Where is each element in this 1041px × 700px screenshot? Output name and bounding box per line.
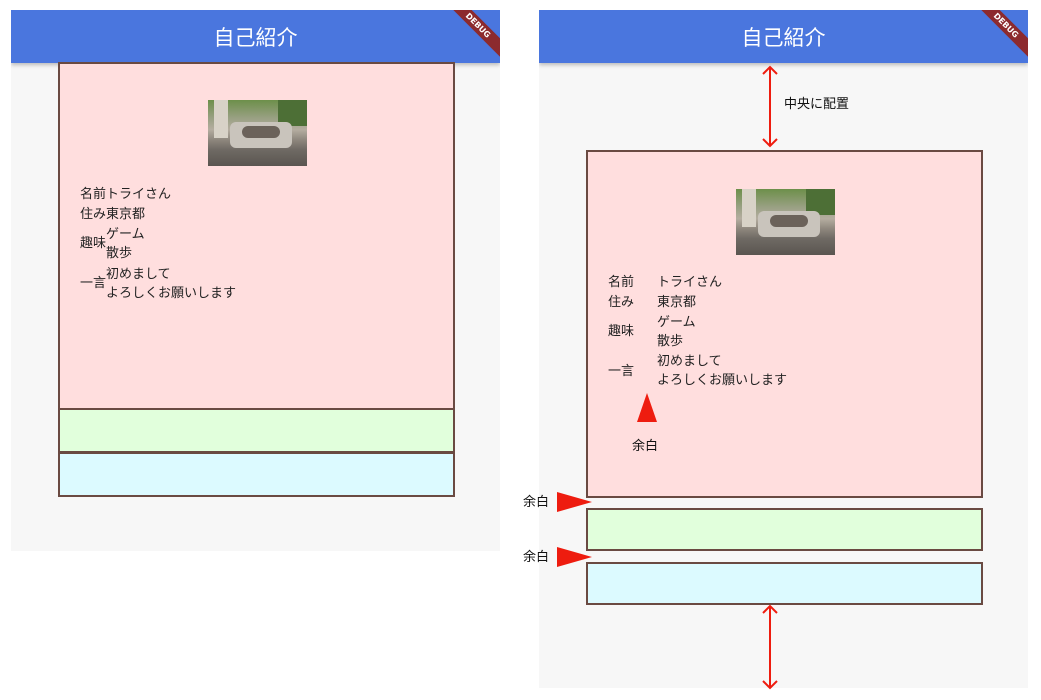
annotation-overlay <box>557 65 778 690</box>
double-arrow-icon <box>762 65 778 148</box>
red-pointer-icon <box>557 492 592 512</box>
red-pointer-icon <box>557 547 592 567</box>
center-annotation: 中央に配置 <box>784 97 850 112</box>
margin-annotation-cyan: 余白 <box>523 550 550 565</box>
double-arrow-icon <box>762 604 778 690</box>
margin-annotation-green: 余白 <box>523 495 550 510</box>
red-pointer-icon <box>637 393 657 422</box>
margin-annotation-inner: 余白 <box>632 439 659 454</box>
